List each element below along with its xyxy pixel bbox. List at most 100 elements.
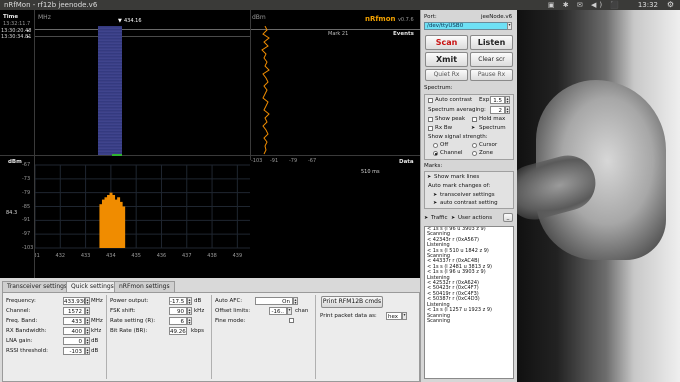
x-tick-label: 432 [56, 253, 66, 259]
spectrum-bar [114, 199, 118, 248]
port-dropdown-icon[interactable]: ▾ [507, 22, 512, 30]
time-dbm-tick: -67 [308, 158, 317, 164]
signal-zone-radio[interactable] [472, 151, 477, 156]
marks-section: ➤ Show mark lines Auto mark changes of: … [424, 171, 514, 209]
scan-button[interactable]: Scan [425, 35, 468, 50]
fsk-shift-field[interactable]: 90 [169, 307, 187, 315]
marker-arrow-icon: ▸ [27, 34, 30, 40]
channel-label: Channel: [6, 308, 31, 314]
spectrum-bar [107, 194, 110, 248]
auto-contrast-checkbox[interactable] [428, 98, 433, 103]
spectrum-averaging-stepper[interactable]: ▴ ▾ [505, 106, 510, 114]
signal-off-radio[interactable] [433, 143, 438, 148]
x-tick-label: 436 [157, 253, 167, 259]
transceiver-settings-check-icon[interactable]: ➤ [433, 192, 437, 198]
rssi-value: 84.3 [6, 210, 18, 216]
auto-afc-stepper[interactable]: ▴ ▾ [293, 297, 298, 305]
control-panel: Port: jeeNode.v6 /dev/ttyUSB0 ▾ Scan Lis… [420, 10, 517, 382]
hold-max-checkbox[interactable] [472, 117, 477, 122]
signal-cursor-radio[interactable] [472, 143, 477, 148]
dbm-axis-label: dBm [8, 159, 22, 165]
rx-bw-checkbox[interactable] [428, 126, 433, 131]
data-ms-label: 510 ms [361, 169, 380, 175]
power-output-unit: dB [194, 298, 202, 304]
fine-mode-checkbox[interactable] [289, 318, 294, 323]
exp-field[interactable]: 1.5 [490, 96, 505, 104]
fsk-shift-stepper[interactable]: ▴ ▾ [187, 307, 192, 315]
spectrum-plot-area[interactable]: Time 13:32:11.7 MHz dBm nRfmon v0.7.6 Ev… [0, 10, 420, 278]
signal-zone-label: Zone [479, 150, 494, 156]
lna-gain-stepper[interactable]: ▴ ▾ [85, 337, 90, 345]
traffic-check-icon[interactable]: ➤ [424, 215, 428, 221]
x-tick-label: 437 [182, 253, 192, 259]
rssi-threshold-stepper[interactable]: ▴ ▾ [85, 347, 90, 355]
freq-band-stepper[interactable]: ▴ ▾ [85, 317, 90, 325]
spectrum-section-label: Spectrum: [424, 85, 453, 91]
spectrum-averaging-field[interactable]: 2 [490, 106, 505, 114]
freq-band-unit: MHz [91, 318, 103, 324]
settings-panel: Transceiver settings Quick settings nRFm… [0, 278, 420, 382]
y-tick-label: -67 [22, 162, 31, 168]
quiet-rx-button[interactable]: Quiet Rx [425, 69, 468, 81]
fine-mode-label: Fine mode: [215, 318, 246, 324]
time-dbm-tick: -103 [251, 158, 263, 164]
spectrum-bar [119, 201, 123, 248]
port-select[interactable]: /dev/ttyUSB0 [424, 22, 508, 30]
time-dbm-tick: -79 [289, 158, 298, 164]
clear-screen-button[interactable]: Clear scr [470, 52, 513, 67]
rate-setting-stepper[interactable]: ▴ ▾ [187, 317, 192, 325]
signal-channel-radio[interactable] [433, 151, 438, 156]
auto-contrast-setting-check-icon[interactable]: ➤ [433, 200, 437, 206]
tab-transceiver-settings[interactable]: Transceiver settings [2, 281, 73, 292]
tab-quick-settings[interactable]: Quick settings [66, 281, 119, 292]
system-top-bar: nRfMon - rf12b jeenode.v6 ▣ ✱ ✉ ◀) ⬛ 13:… [0, 0, 680, 10]
bit-rate-field[interactable]: 49.26 [169, 327, 187, 335]
frequency-field[interactable]: 433.9300 [63, 297, 90, 305]
xmit-button[interactable]: Xmit [425, 52, 468, 67]
rx-bandwidth-label: RX Bandwidth: [6, 328, 47, 334]
spectrum-check-icon[interactable]: ➤ [471, 125, 475, 131]
rate-setting-field[interactable]: 6 [169, 317, 187, 325]
log-clear-button[interactable]: _ [503, 213, 513, 222]
desktop-wallpaper [516, 10, 680, 382]
spectrum-bar [109, 192, 113, 248]
freq-band-field[interactable]: 433 [63, 317, 85, 325]
rx-bandwidth-stepper[interactable]: ▴ ▾ [85, 327, 90, 335]
listen-button[interactable]: Listen [470, 35, 513, 50]
port-label: Port: [424, 14, 437, 20]
offset-limits-select[interactable]: -16.. [269, 307, 287, 315]
traffic-log[interactable]: < 1s s (l 96 u 3903 z 9) Scanning < 42343… [424, 226, 514, 379]
spectrum-bar [112, 194, 116, 248]
rssi-threshold-field[interactable]: -103 [63, 347, 85, 355]
rssi-threshold-unit: dB [91, 348, 99, 354]
rx-bandwidth-field[interactable]: 400 [63, 327, 85, 335]
user-actions-check-icon[interactable]: ➤ [451, 215, 455, 221]
lna-gain-field[interactable]: 0 [63, 337, 85, 345]
power-output-stepper[interactable]: ▴ ▾ [187, 297, 192, 305]
frequency-label: Frequency: [6, 298, 36, 304]
freq-band-label: Freq. Band: [6, 318, 38, 324]
show-marks-check-icon[interactable]: ➤ [427, 174, 431, 180]
channel-stepper[interactable]: ▴ ▾ [85, 307, 90, 315]
y-tick-label: -97 [22, 231, 31, 238]
lna-gain-label: LNA gain: [6, 338, 33, 344]
channel-field[interactable]: 1572 [63, 307, 85, 315]
show-peak-checkbox[interactable] [428, 117, 433, 122]
auto-afc-select[interactable]: On [255, 297, 293, 305]
tab-nrfmon-settings[interactable]: nRFmon settings [114, 281, 175, 292]
exp-stepper[interactable]: ▴ ▾ [505, 96, 510, 104]
spectrum-bar [117, 197, 121, 248]
spectrum-chart: 431 432 433 434 435 436 437 438 439 [35, 164, 250, 259]
pause-rx-button[interactable]: Pause Rx [470, 69, 513, 81]
gear-icon[interactable]: ⚙ [667, 0, 674, 9]
print-rfm12b-cmds-button[interactable]: Print RFM12B cmds [321, 296, 383, 308]
hold-max-label: Hold max [479, 116, 506, 122]
power-output-field[interactable]: -17.5 [169, 297, 187, 305]
print-packet-select[interactable]: hex [386, 312, 402, 320]
transceiver-settings-label: transceiver settings [440, 192, 495, 198]
tray-icons[interactable]: ▣ ✱ ✉ ◀) ⬛ [548, 1, 622, 9]
time-dbm-trace [261, 26, 270, 155]
offset-limits-dropdown[interactable]: ▾ [287, 307, 292, 315]
frequency-stepper[interactable]: ▴ ▾ [85, 297, 90, 305]
print-packet-dropdown[interactable]: ▾ [402, 312, 407, 320]
